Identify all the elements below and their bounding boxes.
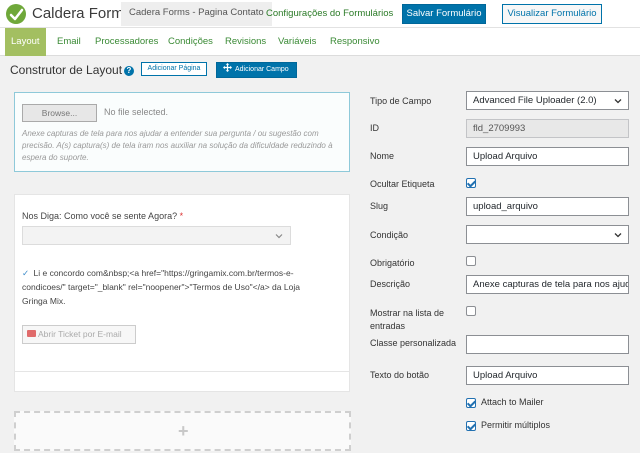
field-type-select[interactable]: Advanced File Uploader (2.0) [466,91,629,110]
tab-conditions[interactable]: Condições [162,28,219,56]
show-in-entries-label: Mostrar na lista de entradas [370,308,445,331]
id-field: fld_2709993 [466,119,629,138]
add-field-button[interactable]: Adicionar Campo [216,62,297,78]
checkmark-icon: ✓ [22,268,30,278]
allow-multiple-checkbox[interactable] [466,421,476,431]
layout-row: Nos Diga: Como você se sente Agora? * ✓ … [14,194,350,392]
tab-layout[interactable]: Layout [5,28,46,56]
add-page-button[interactable]: Adicionar Página [141,62,207,76]
caldera-logo-icon [6,4,26,24]
preview-form-button[interactable]: Visualizar Formulário [502,4,602,24]
save-form-button[interactable]: Salvar Formulário [402,4,486,24]
chevron-down-icon [614,233,622,238]
attach-to-mailer-checkbox[interactable] [466,398,476,408]
move-icon [223,63,232,72]
divider [15,371,349,372]
field-type-label: Tipo de Campo [370,96,432,106]
tab-revisions[interactable]: Revisions [219,28,272,56]
feeling-question-label: Nos Diga: Como você se sente Agora? * [22,211,183,221]
form-settings-link[interactable]: Configurações do Formulários [266,8,393,19]
file-input[interactable]: Browse... No file selected. [22,104,182,122]
id-label: ID [370,123,379,133]
description-label: Descrição [370,279,411,289]
custom-class-input[interactable] [466,335,629,354]
file-upload-field-row[interactable]: Browse... No file selected. Anexe captur… [14,92,350,172]
required-checkbox[interactable] [466,256,476,266]
field-type-value: Advanced File Uploader (2.0) [473,95,597,106]
form-name-tab[interactable]: Cadera Forms - Pagina Contato [121,2,272,26]
name-label: Nome [370,151,395,161]
condition-select[interactable] [466,225,629,244]
plus-icon: + [178,421,189,441]
terms-consent[interactable]: ✓ Li e concordo com&nbsp;<a href="https:… [22,266,322,308]
mail-icon [27,330,36,337]
show-in-entries-checkbox[interactable] [466,306,476,316]
custom-class-label: Classe personalizada [370,338,457,348]
required-label: Obrigatório [370,258,415,268]
top-bar: Caldera Forms Cadera Forms - Pagina Cont… [0,0,640,28]
terms-consent-text: Li e concordo com&nbsp;<a href="https://… [22,268,300,306]
tab-processors[interactable]: Processadores [89,28,164,56]
field-help-text: Anexe capturas de tela para nos ajudar a… [22,129,333,162]
tab-variables[interactable]: Variáveis [272,28,322,56]
condition-label: Condição [370,230,409,240]
editor-tabs: Layout Email Processadores Condições Rev… [0,28,640,56]
allow-multiple-label: Permitir múltiplos [481,420,551,430]
tab-responsive[interactable]: Responsivo [324,28,386,56]
feeling-select[interactable] [22,226,291,245]
add-row-dropzone[interactable]: + [14,411,351,451]
layout-builder-title: Construtor de Layout [10,63,123,77]
no-file-text: No file selected. [104,107,169,117]
hide-label-checkbox[interactable] [466,178,476,188]
name-input[interactable]: Upload Arquivo [466,147,629,166]
browse-button[interactable]: Browse... [22,104,97,122]
help-icon[interactable]: ? [124,66,134,76]
button-text-input[interactable]: Upload Arquivo [466,366,629,385]
button-text-label: Texto do botão [370,370,430,380]
add-field-label: Adicionar Campo [235,66,289,73]
slug-input[interactable]: upload_arquivo [466,197,629,216]
slug-label: Slug [370,201,389,211]
chevron-down-icon [614,99,622,104]
attach-to-mailer-label: Attach to Mailer [481,397,544,407]
question-text: Nos Diga: Como você se sente Agora? [22,211,178,221]
description-input[interactable]: Anexe capturas de tela para nos ajudar [466,275,629,294]
brand-name: Caldera Forms [32,5,132,22]
required-marker: * [179,211,184,221]
chevron-down-icon [275,234,283,239]
open-ticket-button[interactable]: Abrir Ticket por E-mail [22,325,136,344]
open-ticket-label: Abrir Ticket por E-mail [38,329,122,339]
hide-label-label: Ocultar Etiqueta [370,179,435,189]
tab-email[interactable]: Email [51,28,87,56]
